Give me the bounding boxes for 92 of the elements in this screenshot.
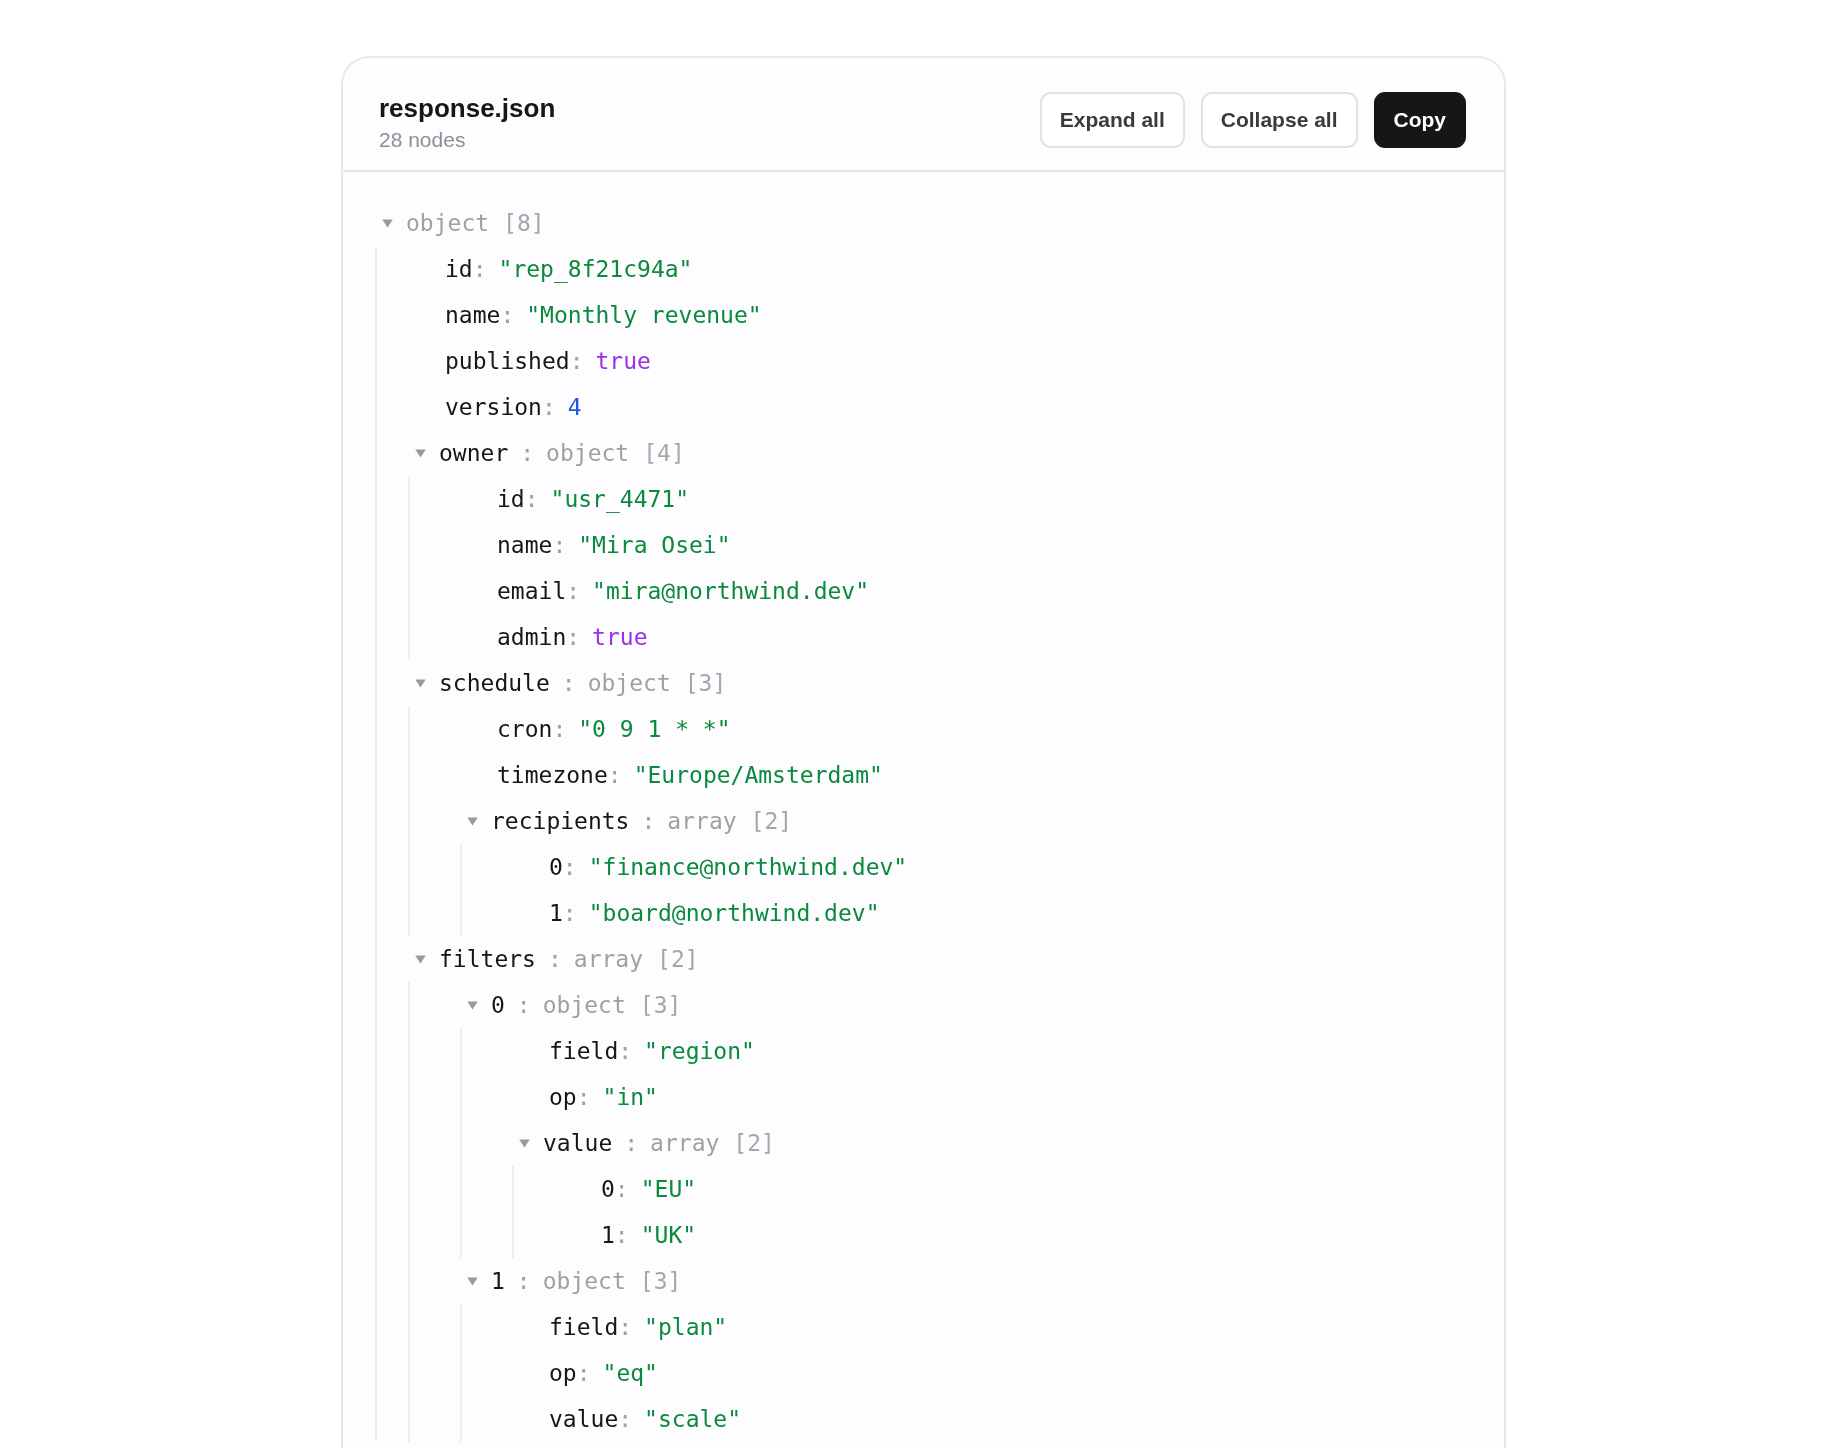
node-type: object <box>542 992 626 1018</box>
colon: : <box>641 808 656 834</box>
property-value: "UK" <box>640 1222 697 1248</box>
property-value: "board@northwind.dev" <box>588 900 880 926</box>
property-key: id <box>497 486 525 512</box>
property-key: name <box>445 302 501 328</box>
colon: : <box>541 394 556 420</box>
property-value: "plan" <box>644 1314 728 1340</box>
property-key: email <box>497 578 567 604</box>
property-key: id <box>445 256 473 282</box>
colon: : <box>576 1360 591 1386</box>
colon: : <box>552 716 567 742</box>
property-key: 1 <box>601 1222 615 1248</box>
colon: : <box>552 532 567 558</box>
colon: : <box>569 348 584 374</box>
property-value: "EU" <box>640 1176 697 1202</box>
colon: : <box>500 302 515 328</box>
property-key: op <box>549 1084 577 1110</box>
colon: : <box>562 854 577 880</box>
property-value: "eq" <box>602 1360 658 1386</box>
node-type: object <box>546 440 630 466</box>
colon: : <box>561 670 576 696</box>
file-title: response.json <box>379 92 556 124</box>
item-count: [3] <box>639 992 682 1018</box>
node-key: value <box>543 1130 613 1156</box>
property-value: "0 9 1 * *" <box>578 716 731 742</box>
property-value: "scale" <box>644 1406 742 1432</box>
node-key: owner <box>439 440 509 466</box>
property-key: op <box>549 1360 577 1386</box>
property-value: "mira@northwind.dev" <box>592 578 870 604</box>
node-key: 0 <box>491 992 505 1018</box>
property-value: "region" <box>644 1038 755 1064</box>
item-count: [4] <box>643 440 685 466</box>
property-key: field <box>549 1314 619 1340</box>
node-type: array <box>573 946 644 972</box>
property-value: "Monthly revenue" <box>526 302 762 328</box>
colon: : <box>614 1222 629 1248</box>
property-value: "in" <box>602 1084 658 1110</box>
property-key: name <box>497 532 553 558</box>
node-count: 28 nodes <box>379 127 467 152</box>
property-key: published <box>445 348 570 374</box>
property-key: 1 <box>549 900 563 926</box>
property-key: 0 <box>549 854 563 880</box>
node-key: 1 <box>491 1268 505 1294</box>
colon: : <box>516 1268 531 1294</box>
item-count: [2] <box>733 1130 775 1156</box>
node-type: array <box>650 1130 720 1156</box>
colon: : <box>524 486 539 512</box>
copy-button[interactable]: Copy <box>1373 92 1466 148</box>
colon: : <box>566 578 581 604</box>
item-count: [3] <box>639 1268 682 1294</box>
property-key: cron <box>497 716 553 742</box>
property-key: admin <box>497 624 567 650</box>
colon: : <box>520 440 535 466</box>
colon: : <box>576 1084 591 1110</box>
colon: : <box>624 1130 639 1156</box>
property-value: "Mira Osei" <box>578 532 731 558</box>
item-count: [2] <box>657 946 699 972</box>
colon: : <box>547 946 562 972</box>
colon: : <box>562 900 577 926</box>
colon: : <box>618 1314 633 1340</box>
node-key: recipients <box>491 808 630 834</box>
property-value: 4 <box>567 394 582 420</box>
property-key: field <box>549 1038 619 1064</box>
node-key: schedule <box>439 670 550 696</box>
colon: : <box>618 1038 633 1064</box>
colon: : <box>566 624 581 650</box>
node-key: filters <box>439 946 536 972</box>
item-count: [2] <box>750 808 793 834</box>
colon: : <box>472 256 487 282</box>
item-count: [3] <box>684 670 727 696</box>
node-type: object <box>587 670 671 696</box>
property-key: version <box>445 394 542 420</box>
property-value: "Europe/Amsterdam" <box>633 762 883 788</box>
property-key: 0 <box>601 1176 615 1202</box>
item-count: [8] <box>503 210 545 236</box>
property-value: "rep_8f21c94a" <box>498 256 693 282</box>
colon: : <box>618 1406 633 1432</box>
toolbar-button[interactable]: Expand all <box>1039 92 1185 148</box>
property-key: value <box>549 1406 619 1432</box>
property-value: "finance@northwind.dev" <box>588 854 908 880</box>
node-type: object <box>542 1268 626 1294</box>
node-type: object <box>406 210 490 236</box>
colon: : <box>516 992 531 1018</box>
node-type: array <box>667 808 737 834</box>
property-value: true <box>592 624 648 650</box>
property-value: true <box>595 348 651 374</box>
colon: : <box>607 762 622 788</box>
property-value: "usr_4471" <box>550 486 690 512</box>
toolbar-button[interactable]: Collapse all <box>1200 92 1358 148</box>
colon: : <box>614 1176 629 1202</box>
property-key: timezone <box>497 762 608 788</box>
